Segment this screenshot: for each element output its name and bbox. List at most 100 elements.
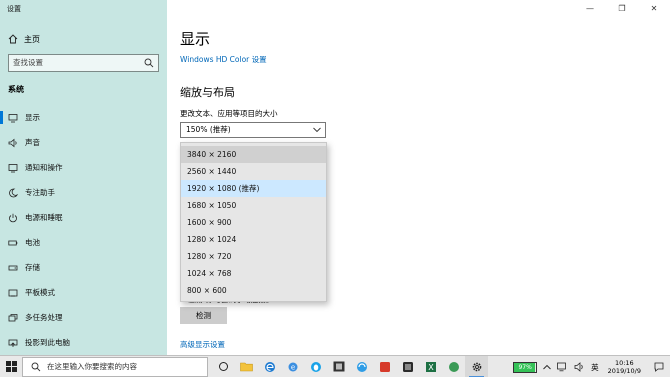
home-nav-item[interactable]: 主页 <box>8 32 40 46</box>
close-button[interactable]: ✕ <box>638 0 670 17</box>
app-button-red[interactable] <box>373 356 396 377</box>
multitask-icon <box>8 313 18 321</box>
sidebar-item-label: 显示 <box>25 113 40 122</box>
app-green-icon <box>448 361 459 372</box>
resolution-option[interactable]: 1280 × 720 <box>181 248 326 265</box>
taskbar-search-box[interactable]: 在这里输入你要搜索的内容 <box>22 356 208 377</box>
minimize-button[interactable]: — <box>574 0 606 17</box>
browser-button[interactable] <box>350 356 373 377</box>
search-icon <box>31 362 41 371</box>
sidebar-item-label: 电源和睡眠 <box>25 213 63 222</box>
resolution-option[interactable]: 1024 × 768 <box>181 265 326 282</box>
resolution-dropdown-list: 3840 × 2160 2560 × 1440 1920 × 1080 (推荐)… <box>180 142 327 302</box>
sidebar-item-project-to-pc[interactable]: 投影到此电脑 <box>0 330 167 355</box>
svg-text:e: e <box>290 363 294 371</box>
task-view-button[interactable] <box>212 356 235 377</box>
scale-layout-heading: 缩放与布局 <box>180 86 235 99</box>
moon-icon <box>9 188 18 197</box>
ie-button[interactable]: e <box>281 356 304 377</box>
taskbar-search-placeholder: 在这里输入你要搜索的内容 <box>47 362 137 371</box>
chevron-up-button[interactable] <box>543 364 551 370</box>
window-title: 设置 <box>7 5 21 13</box>
home-icon <box>8 34 18 44</box>
gear-icon <box>472 362 481 371</box>
resolution-option[interactable]: 3840 × 2160 <box>181 146 326 163</box>
chevron-down-icon <box>313 127 321 133</box>
battery-icon <box>8 240 18 245</box>
volume-button[interactable] <box>574 362 585 372</box>
excel-icon: X <box>425 361 436 372</box>
media-player-button[interactable] <box>327 356 350 377</box>
project-icon <box>8 339 18 347</box>
resolution-option[interactable]: 1280 × 1024 <box>181 231 326 248</box>
sidebar-item-label: 专注助手 <box>25 188 55 197</box>
resolution-option[interactable]: 800 × 600 <box>181 282 326 299</box>
sidebar-item-label: 多任务处理 <box>25 313 63 322</box>
folder-icon <box>240 362 253 372</box>
speaker-icon <box>8 138 17 147</box>
app-button-green[interactable] <box>442 356 465 377</box>
resolution-option[interactable]: 2560 × 1440 <box>181 163 326 180</box>
edge-button[interactable] <box>258 356 281 377</box>
settings-sidebar: 设置 主页 查找设置 系统 显示 声音 通知和操作 专注助手 电源和睡眠 电池 … <box>0 0 167 355</box>
battery-gauge: 97% <box>513 361 538 373</box>
app-red-icon <box>379 361 390 372</box>
qq-button[interactable] <box>304 356 327 377</box>
system-tray: 97% 英 10:16 2019/10/9 <box>510 356 670 377</box>
sidebar-item-display[interactable]: 显示 <box>0 105 167 130</box>
sidebar-item-label: 投影到此电脑 <box>25 338 70 347</box>
clock-time: 10:16 <box>614 359 634 367</box>
notification-icon <box>8 163 18 172</box>
sidebar-item-notifications[interactable]: 通知和操作 <box>0 155 167 180</box>
ie-icon: e <box>288 362 297 371</box>
monitor-icon <box>8 113 18 122</box>
resolution-option[interactable]: 1680 × 1050 <box>181 197 326 214</box>
detect-button[interactable]: 检测 <box>180 307 227 324</box>
power-icon <box>9 213 17 222</box>
speaker-icon <box>574 362 583 372</box>
sidebar-item-sound[interactable]: 声音 <box>0 130 167 155</box>
resolution-option[interactable]: 1600 × 900 <box>181 214 326 231</box>
excel-button[interactable]: X <box>419 356 442 377</box>
penguin-icon <box>310 361 321 372</box>
file-explorer-button[interactable] <box>235 356 258 377</box>
windows-logo-icon <box>5 361 17 372</box>
svg-text:X: X <box>428 363 434 372</box>
app-dark-icon <box>402 361 413 372</box>
scale-select[interactable]: 150% (推荐) <box>180 122 326 138</box>
edge-icon <box>264 361 275 372</box>
sidebar-item-multitasking[interactable]: 多任务处理 <box>0 305 167 330</box>
taskbar-clock[interactable]: 10:16 2019/10/9 <box>608 359 641 375</box>
scale-label: 更改文本、应用等项目的大小 <box>180 109 278 118</box>
taskbar-pinned-apps: e X <box>212 355 488 377</box>
storage-icon <box>8 265 18 270</box>
notification-icon <box>654 362 664 372</box>
battery-percent: 97% <box>518 363 532 371</box>
resolution-option-selected[interactable]: 1920 × 1080 (推荐) <box>181 180 326 197</box>
sidebar-item-battery[interactable]: 电池 <box>0 230 167 255</box>
section-label-system: 系统 <box>8 85 24 94</box>
advanced-display-settings-link[interactable]: 高级显示设置 <box>180 339 225 350</box>
sidebar-item-power-sleep[interactable]: 电源和睡眠 <box>0 205 167 230</box>
battery-indicator[interactable]: 97% <box>513 361 538 373</box>
action-center-button[interactable] <box>654 362 664 372</box>
home-label: 主页 <box>24 34 40 44</box>
settings-search-input[interactable]: 查找设置 <box>8 54 159 72</box>
task-view-icon <box>219 362 228 371</box>
search-icon <box>144 58 154 68</box>
browser-icon <box>356 361 367 372</box>
scale-select-value: 150% (推荐) <box>186 125 231 134</box>
sidebar-item-tablet-mode[interactable]: 平板模式 <box>0 280 167 305</box>
input-method-indicator[interactable]: 英 <box>591 362 599 373</box>
sidebar-item-label: 平板模式 <box>25 288 55 297</box>
taskbar: 在这里输入你要搜索的内容 e X 97% 英 10:16 2019/10/9 <box>0 355 670 377</box>
maximize-button[interactable]: ❐ <box>606 0 638 17</box>
app-button-dark[interactable] <box>396 356 419 377</box>
network-button[interactable] <box>557 362 568 372</box>
settings-app-button[interactable] <box>465 355 488 377</box>
sidebar-item-storage[interactable]: 存储 <box>0 255 167 280</box>
sidebar-item-focus-assist[interactable]: 专注助手 <box>0 180 167 205</box>
start-button[interactable] <box>0 356 22 377</box>
window-controls: — ❐ ✕ <box>574 0 670 17</box>
hd-color-settings-link[interactable]: Windows HD Color 设置 <box>180 54 267 65</box>
